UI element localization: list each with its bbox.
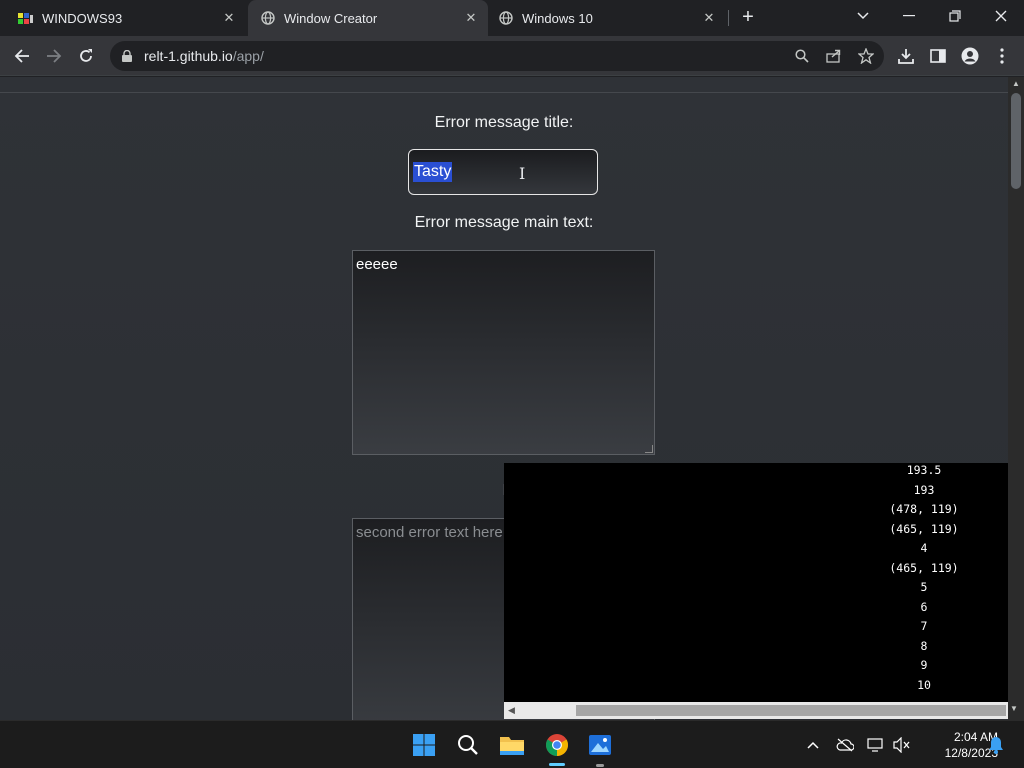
- console-line: 10: [917, 677, 931, 692]
- minimize-icon[interactable]: [895, 4, 923, 28]
- windows-taskbar: 2:04 AM 12/8/2023: [0, 720, 1024, 768]
- download-icon[interactable]: [892, 42, 920, 70]
- console-line: 7: [920, 619, 928, 633]
- open-app-indicator: [596, 764, 604, 767]
- console-line: (465, 119): [889, 521, 959, 536]
- browser-toolbar: relt-1.github.io/app/: [0, 36, 1024, 76]
- second-text-placeholder: second error text here: [356, 524, 503, 541]
- console-output-window: 193.5 193 (478, 119) (465, 119) 4 (465, …: [504, 463, 1008, 719]
- page-scrollbar[interactable]: ▲: [1008, 77, 1024, 720]
- globe-icon: [498, 10, 514, 26]
- close-window-icon[interactable]: [987, 4, 1015, 28]
- divider: [0, 92, 1008, 93]
- share-icon[interactable]: [822, 44, 846, 68]
- new-tab-button[interactable]: +: [736, 5, 760, 29]
- photos-icon[interactable]: [584, 729, 616, 761]
- volume-muted-icon[interactable]: [892, 735, 912, 755]
- scrollbar-thumb[interactable]: [576, 705, 1006, 716]
- main-text-label: Error message main text:: [414, 214, 594, 231]
- back-arrow-icon[interactable]: [8, 42, 36, 70]
- url-path: /app/: [232, 48, 264, 64]
- console-line: 4: [920, 541, 928, 555]
- console-line: 8: [920, 638, 928, 653]
- globe-icon: [260, 10, 276, 26]
- tab-search-chevron-down-icon[interactable]: [849, 4, 877, 28]
- text-cursor-icon: I: [519, 164, 526, 183]
- console-line: (478, 119): [889, 502, 959, 516]
- resize-handle-icon[interactable]: [645, 445, 653, 453]
- search-icon[interactable]: [452, 729, 484, 761]
- title-label: Error message title:: [434, 114, 574, 131]
- console-line: 5: [920, 580, 928, 594]
- tab-windows-10[interactable]: Windows 10 ✕: [490, 0, 726, 36]
- scroll-up-arrow-icon[interactable]: ▲: [1012, 79, 1020, 88]
- zoom-search-icon[interactable]: [790, 44, 814, 68]
- title-input-value: Tasty: [413, 162, 453, 182]
- chrome-icon[interactable]: [541, 729, 573, 761]
- notification-bell-icon[interactable]: [986, 735, 1006, 755]
- console-lines: 193.5 193 (478, 119) (465, 119) 4 (465, …: [864, 463, 984, 697]
- windows93-favicon-icon: [18, 10, 34, 26]
- console-line: 9: [920, 658, 928, 672]
- scroll-down-arrow-icon[interactable]: ▼: [1010, 704, 1018, 713]
- tab-separator: [728, 10, 729, 26]
- profile-avatar-icon[interactable]: [956, 42, 984, 70]
- onedrive-offline-icon[interactable]: [835, 735, 855, 755]
- tab-title: Window Creator: [284, 10, 378, 26]
- tab-windows93[interactable]: WINDOWS93 ✕: [12, 0, 246, 36]
- scrollbar-thumb[interactable]: [1011, 93, 1021, 189]
- tab-title: Windows 10: [522, 10, 593, 26]
- forward-arrow-icon[interactable]: [40, 42, 68, 70]
- tab-window-creator[interactable]: Window Creator ✕: [248, 0, 488, 36]
- file-explorer-icon[interactable]: [496, 729, 528, 761]
- start-icon[interactable]: [408, 729, 440, 761]
- tab-strip: WINDOWS93 ✕ Window Creator ✕ Windows 10 …: [0, 0, 1024, 36]
- reload-icon[interactable]: [72, 42, 100, 70]
- error-title-input[interactable]: Tasty I: [408, 149, 598, 195]
- lock-icon[interactable]: [120, 49, 134, 63]
- console-line: (465, 119): [889, 560, 959, 575]
- scroll-left-arrow-icon[interactable]: ◀: [508, 705, 515, 716]
- console-line: 6: [920, 599, 928, 614]
- url-host: relt-1.github.io: [144, 48, 233, 64]
- main-text-value: eeeee: [356, 256, 398, 273]
- restore-icon[interactable]: [941, 4, 969, 28]
- console-line: 193.5: [906, 463, 942, 477]
- tab-title: WINDOWS93: [42, 10, 123, 26]
- close-tab-icon[interactable]: ✕: [700, 9, 718, 27]
- side-panel-icon[interactable]: [924, 42, 952, 70]
- network-icon[interactable]: [866, 735, 886, 755]
- main-text-textarea[interactable]: eeeee: [352, 250, 655, 455]
- close-tab-icon[interactable]: ✕: [220, 9, 238, 27]
- address-bar[interactable]: relt-1.github.io/app/: [110, 41, 884, 71]
- bookmark-star-icon[interactable]: [854, 44, 878, 68]
- kebab-menu-icon[interactable]: [988, 42, 1016, 70]
- active-app-indicator: [549, 763, 565, 766]
- close-tab-icon[interactable]: ✕: [462, 9, 480, 27]
- console-line: 193: [913, 482, 935, 497]
- chevron-up-icon[interactable]: [803, 735, 823, 755]
- console-horizontal-scrollbar[interactable]: ◀: [504, 702, 1008, 719]
